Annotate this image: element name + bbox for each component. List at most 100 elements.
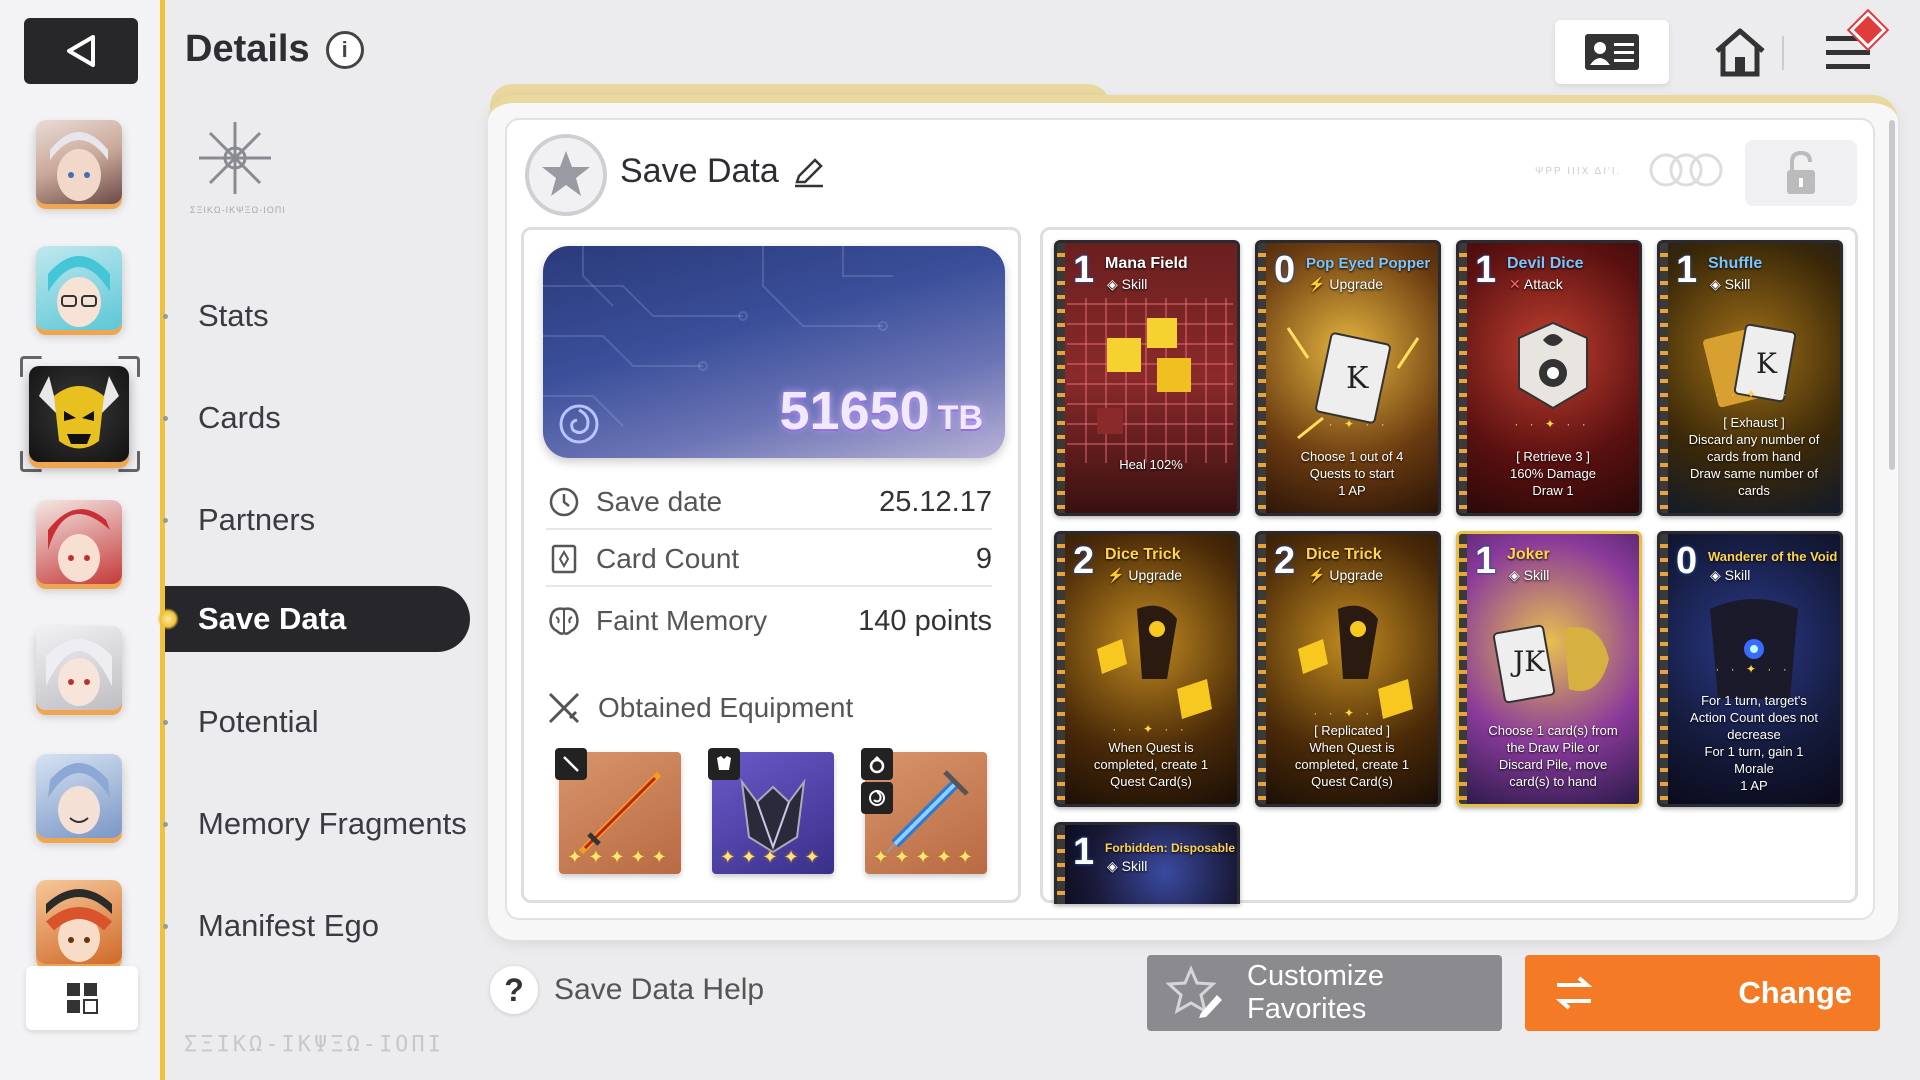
page-title: Details i [185, 28, 364, 71]
equipment-item-ring[interactable]: ✦✦✦✦✦ [861, 748, 987, 874]
customize-favorites-button[interactable]: Customize Favorites [1147, 955, 1502, 1031]
save-data-help[interactable]: ? Save Data Help [490, 966, 764, 1014]
menu-item-potential[interactable]: Potential [198, 704, 319, 740]
card-cost: 1 [1073, 249, 1095, 291]
active-indicator [157, 608, 179, 630]
spiral-icon [559, 404, 599, 444]
profile-card-icon [1585, 34, 1639, 70]
card-wanderer-of-the-void[interactable]: 0 Wanderer of the Void ◈ Skill · · ✦ · ·… [1657, 531, 1843, 807]
card-description: Choose 1 card(s) from the Draw Pile or D… [1488, 723, 1618, 789]
card-pop-eyed-popper[interactable]: K 0 Pop Eyed Popper ⚡ Upgrade · · ✦ · · … [1255, 240, 1441, 516]
card-dice-trick-2[interactable]: 2 Dice Trick ⚡ Upgrade · · ✦ · · [ Repli… [1255, 531, 1441, 807]
upgrade-icon: ⚡ [1308, 567, 1330, 583]
tb-banner: 51650 TB [543, 246, 1005, 458]
character-avatar-selected[interactable] [29, 366, 129, 462]
card-name: Dice Trick [1306, 546, 1382, 563]
card-name: Joker [1507, 546, 1550, 563]
skill-icon: ◈ [1107, 276, 1122, 292]
card-devil-dice[interactable]: 1 Devil Dice ✕ Attack · · ✦ · · [ Retrie… [1456, 240, 1642, 516]
home-button[interactable] [1690, 20, 1790, 84]
card-ornament: · · ✦ · · [1313, 417, 1389, 431]
skill-icon: ◈ [1509, 567, 1524, 583]
menu-item-partners[interactable]: Partners [198, 502, 315, 538]
card-forbidden-disposable-ego[interactable]: 1 Forbidden: Disposable Ego ◈ Skill [1054, 822, 1240, 904]
character-avatar-2[interactable] [36, 246, 122, 330]
card-description: Heal 102% [1119, 457, 1183, 472]
save-data-badge-icon [525, 134, 607, 216]
skill-icon: ◈ [1710, 567, 1725, 583]
card-name: Forbidden: Disposable Ego [1105, 841, 1237, 855]
rarity-stars: ✦✦✦✦✦ [720, 847, 826, 867]
svg-text:K: K [1756, 347, 1778, 380]
rarity-stars: ✦✦✦✦✦ [873, 847, 979, 867]
character-avatar-4[interactable] [36, 500, 122, 584]
card-side-strip [1057, 825, 1065, 904]
card-type-label: Skill [1121, 276, 1148, 292]
svg-text:JK: JK [1510, 645, 1546, 678]
profile-button[interactable] [1555, 20, 1669, 84]
ring-type-icon [861, 748, 893, 780]
lock-button[interactable] [1745, 140, 1857, 206]
menu-item-cards[interactable]: Cards [198, 400, 281, 436]
emblem-icon [199, 122, 271, 194]
footer-logo: ΣΞΙΚΩ-ΙΚΨΞΩ-ΙΟΠΙ [184, 1032, 444, 1057]
character-avatar-7[interactable] [36, 880, 122, 964]
equipment-title: Obtained Equipment [598, 692, 854, 723]
star-pencil-icon [1165, 965, 1222, 1018]
stat-row-card-count: Card Count 9 [546, 533, 992, 587]
card-side-strip [1459, 534, 1467, 804]
card-cost: 0 [1676, 540, 1698, 582]
save-data-name: Save Data [620, 152, 779, 190]
card-description: [ Exhaust ] Discard any number of cards … [1688, 415, 1820, 498]
card-shuffle[interactable]: K 1 Shuffle ◈ Skill · · ✦ · · [ Exhaust … [1657, 240, 1843, 516]
rings-icon [1649, 153, 1723, 187]
card-dice-trick-1[interactable]: 2 Dice Trick ⚡ Upgrade · · ✦ · · When Qu… [1054, 531, 1240, 807]
card-type: ◈ Skill [1509, 567, 1549, 584]
character-avatar-6[interactable] [36, 754, 122, 838]
card-side-strip [1660, 243, 1668, 513]
character-avatar-1[interactable] [36, 120, 122, 204]
stat-row-faint-memory: Faint Memory 140 points [546, 594, 992, 648]
grid-view-button[interactable] [26, 966, 138, 1030]
card-name: Mana Field [1105, 255, 1188, 272]
info-icon[interactable]: i [325, 30, 364, 69]
card-name: Devil Dice [1507, 255, 1584, 272]
lock-icon [1787, 150, 1815, 194]
card-ornament: · · ✦ · · [1715, 387, 1791, 401]
stat-value: 140 points [858, 604, 992, 637]
card-type-label: Skill [1523, 567, 1550, 583]
brain-icon [546, 603, 582, 639]
upgrade-icon: ⚡ [1107, 567, 1129, 583]
menu-item-stats[interactable]: Stats [198, 298, 269, 334]
rarity-stars: ✦✦✦✦✦ [567, 847, 673, 867]
menu-item-manifest-ego[interactable]: Manifest Ego [198, 908, 379, 944]
card-joker[interactable]: JK 1 Joker ◈ Skill Choose 1 card(s) from… [1456, 531, 1642, 807]
character-portrait-6 [48, 763, 110, 834]
pencil-icon[interactable] [793, 156, 825, 188]
swords-icon [548, 692, 580, 724]
card-cost: 1 [1475, 249, 1497, 291]
equipment-header: Obtained Equipment [546, 690, 853, 726]
svg-text:K: K [1346, 361, 1369, 396]
card-type-label: Attack [1523, 276, 1563, 292]
card-type-label: Upgrade [1329, 567, 1384, 583]
menu-item-memory-fragments[interactable]: Memory Fragments [198, 806, 467, 842]
faint-code: ΨΡΡ ΙΙΙΧ ΔΙ'Ι. [1535, 166, 1622, 177]
equipment-item-sword[interactable]: ✦✦✦✦✦ [555, 748, 681, 874]
card-mana-field[interactable]: 1 Mana Field ◈ Skill Heal 102% [1054, 240, 1240, 516]
scrollbar[interactable] [1889, 120, 1895, 470]
card-cost: 2 [1073, 540, 1095, 582]
stat-value: 9 [975, 542, 992, 575]
card-name: Pop Eyed Popper [1306, 255, 1431, 272]
card-type: ⚡ Upgrade [1308, 567, 1383, 584]
back-button[interactable] [24, 18, 138, 84]
change-button[interactable]: Change [1525, 955, 1880, 1031]
character-avatar-5[interactable] [36, 626, 122, 710]
card-art: K [1268, 298, 1434, 463]
menu-item-save-data[interactable]: Save Data [157, 586, 470, 652]
card-side-strip [1057, 243, 1065, 513]
card-icon [546, 541, 582, 577]
equipment-item-armor[interactable]: ✦✦✦✦✦ [708, 748, 834, 874]
card-side-strip [1057, 534, 1065, 804]
card-name: Shuffle [1708, 255, 1763, 272]
